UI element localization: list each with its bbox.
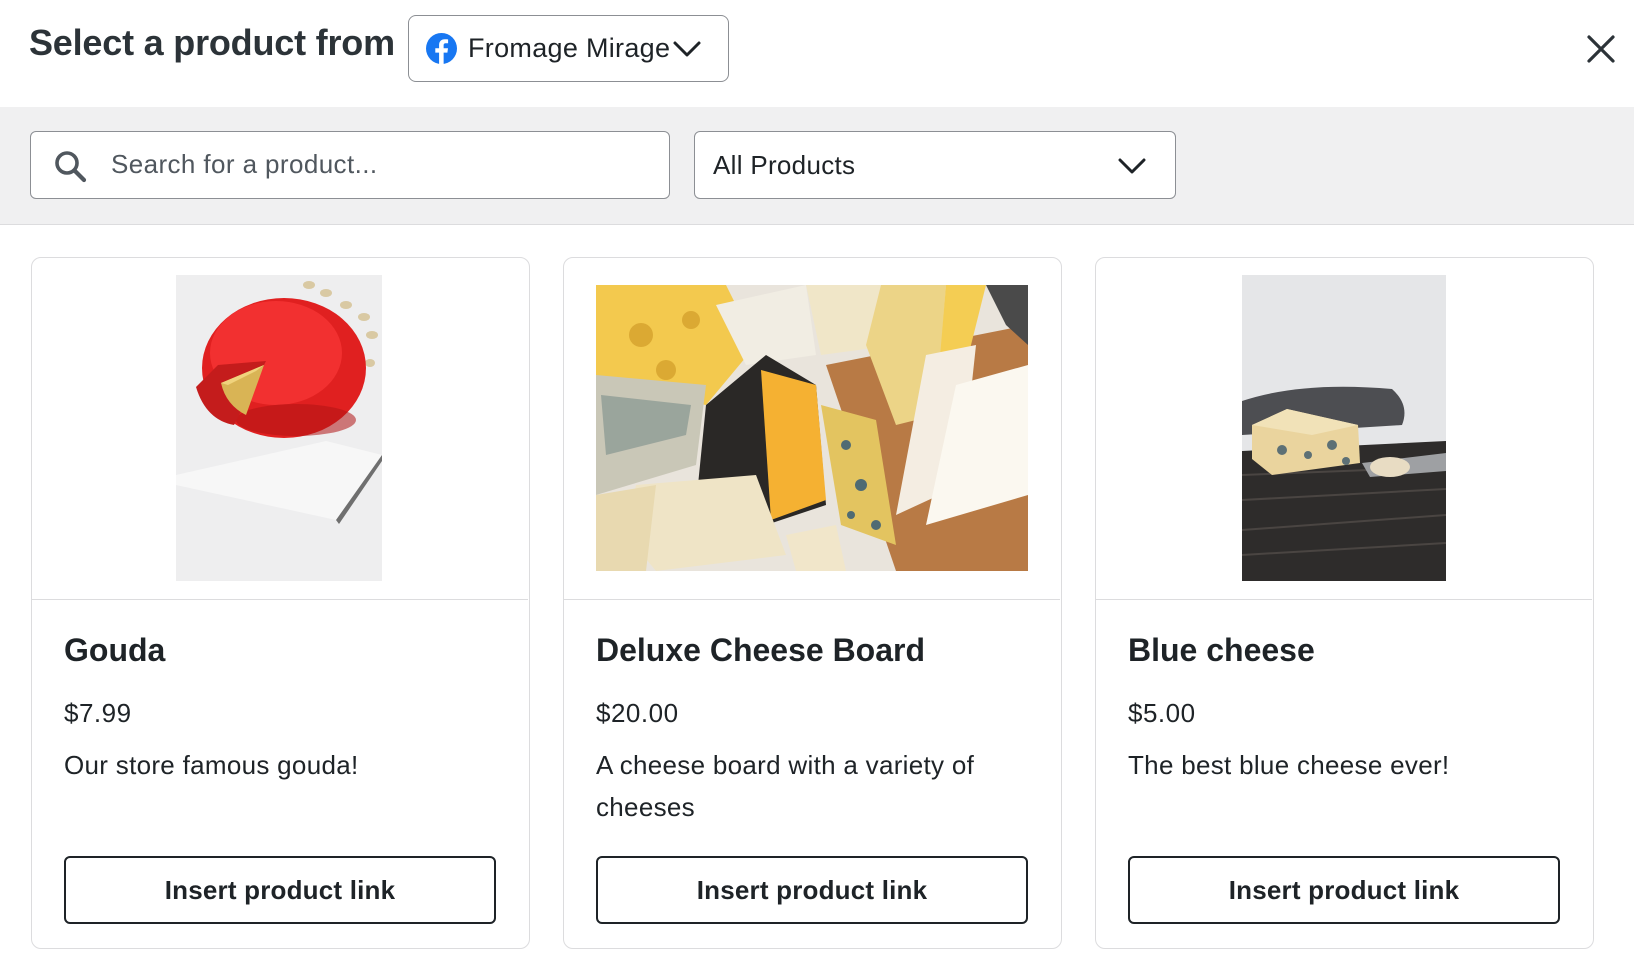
product-card: Blue cheese $5.00 The best blue cheese e… (1095, 257, 1594, 949)
product-name: Deluxe Cheese Board (596, 632, 926, 668)
product-price: $7.99 (64, 698, 132, 728)
insert-product-link-button[interactable]: Insert product link (596, 856, 1028, 924)
product-image-area (564, 258, 1060, 600)
product-image-area (32, 258, 528, 600)
store-selector[interactable]: Fromage Mirage (408, 15, 729, 82)
product-card: Deluxe Cheese Board $20.00 A cheese boar… (563, 257, 1062, 949)
close-icon[interactable] (1584, 32, 1618, 66)
modal-header: Select a product from Fromage Mirage (0, 0, 1634, 107)
insert-product-link-button[interactable]: Insert product link (64, 856, 496, 924)
product-name: Blue cheese (1128, 632, 1315, 668)
search-input[interactable] (111, 132, 651, 196)
filter-bar: All Products (0, 107, 1634, 225)
blue-cheese-photo (1242, 275, 1446, 581)
product-description: The best blue cheese ever! (1128, 750, 1450, 780)
cheese-board-photo (596, 285, 1028, 571)
product-image-area (1096, 258, 1592, 600)
chevron-down-icon (1118, 158, 1146, 174)
product-name: Gouda (64, 632, 166, 668)
product-description: A cheese board with a variety of cheeses (596, 750, 975, 822)
search-box[interactable] (30, 131, 670, 199)
search-icon (55, 151, 87, 183)
product-description: Our store famous gouda! (64, 750, 359, 780)
facebook-icon (426, 33, 457, 64)
store-selector-label: Fromage Mirage (468, 33, 671, 63)
gouda-photo (176, 275, 382, 581)
category-select[interactable]: All Products (694, 131, 1176, 199)
category-select-label: All Products (713, 150, 856, 180)
product-price: $5.00 (1128, 698, 1196, 728)
product-price: $20.00 (596, 698, 679, 728)
product-card: Gouda $7.99 Our store famous gouda! Inse… (31, 257, 530, 949)
chevron-down-icon (673, 41, 701, 57)
modal-title: Select a product from (29, 22, 395, 63)
insert-product-link-button[interactable]: Insert product link (1128, 856, 1560, 924)
